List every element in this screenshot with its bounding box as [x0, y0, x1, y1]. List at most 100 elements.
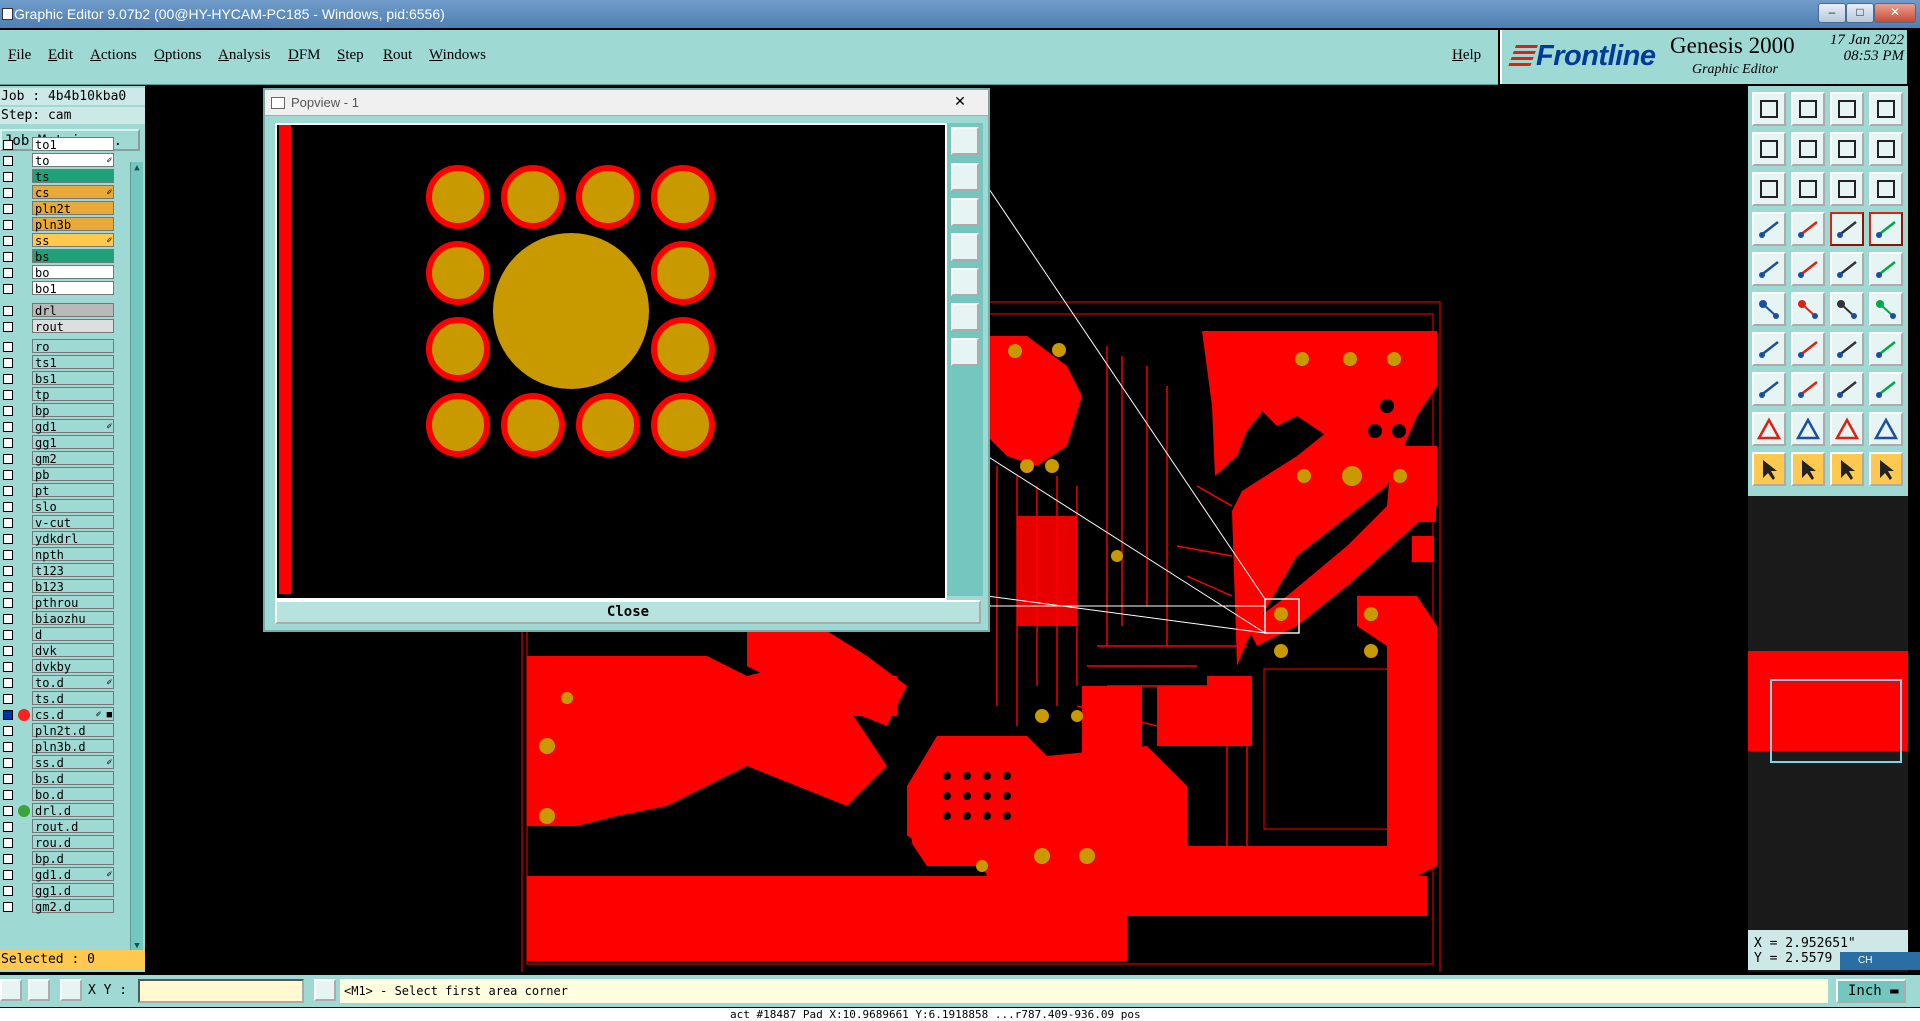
layer-name[interactable]: cs ✐	[32, 185, 114, 200]
layer-name[interactable]: pln2t.d	[32, 723, 114, 738]
layer-row-gd1-d[interactable]: gd1.d ✐	[0, 867, 118, 883]
layer-row-bs[interactable]: bs	[0, 249, 118, 265]
pan-right-icon[interactable]	[951, 268, 979, 296]
layer-name[interactable]: bp.d	[32, 851, 114, 866]
menu-windows[interactable]: Windows	[429, 47, 486, 64]
layer-checkbox[interactable]	[3, 694, 13, 704]
select4-icon[interactable]	[1869, 452, 1903, 486]
snap-icon[interactable]	[28, 979, 50, 1001]
layer-name[interactable]: gd1 ✐	[32, 419, 114, 434]
pan-left-icon[interactable]	[951, 233, 979, 261]
layer-checkbox[interactable]	[3, 822, 13, 832]
unit-selector[interactable]: Inch ▬	[1836, 979, 1906, 1003]
arrow-left-icon[interactable]	[1752, 132, 1786, 166]
layer-checkbox[interactable]	[3, 220, 13, 230]
pad-icon[interactable]	[1752, 372, 1786, 406]
layer-checkbox[interactable]	[3, 838, 13, 848]
menu-actions[interactable]: Actions	[90, 47, 137, 64]
draw2-icon[interactable]	[1791, 332, 1825, 366]
layers-icon[interactable]	[1752, 212, 1786, 246]
layer-name[interactable]: bo1	[32, 281, 114, 296]
layer-row-ss-d[interactable]: ss.d ✐	[0, 755, 118, 771]
layer-checkbox[interactable]	[3, 172, 13, 182]
layer-row-to-d[interactable]: to.d ✐	[0, 675, 118, 691]
layer-checkbox[interactable]	[3, 774, 13, 784]
overview-window[interactable]	[1748, 651, 1908, 763]
layer-row-rou-d[interactable]: rou.d	[0, 835, 118, 851]
layer-row-slo[interactable]: slo	[0, 499, 118, 515]
layer-row-npth[interactable]: npth	[0, 547, 118, 563]
layer-checkbox[interactable]	[3, 790, 13, 800]
layer-name[interactable]: pln2t	[32, 201, 114, 216]
layer-row-bo[interactable]: bo	[0, 265, 118, 281]
info-icon[interactable]	[314, 979, 336, 1001]
snake-icon[interactable]	[1869, 132, 1903, 166]
layer-name[interactable]: bo.d	[32, 787, 114, 802]
layer-row-ts1[interactable]: ts1	[0, 355, 118, 371]
square-icon[interactable]	[1869, 372, 1903, 406]
maximize-button[interactable]: □	[1846, 3, 1874, 23]
layer-name[interactable]: slo	[32, 499, 114, 514]
home-icon[interactable]	[1830, 92, 1864, 126]
layer-checkbox[interactable]	[3, 252, 13, 262]
layer-name[interactable]: cs.d ✐ ■	[32, 707, 114, 722]
layer-name[interactable]: v-cut	[32, 515, 114, 530]
line2-icon[interactable]	[1869, 292, 1903, 326]
layer-checkbox[interactable]	[3, 342, 13, 352]
language-tray[interactable]: CH	[1840, 952, 1920, 970]
layer-name[interactable]: t123	[32, 563, 114, 578]
triangle-icon[interactable]	[1752, 412, 1786, 446]
layer-row-tp[interactable]: tp	[0, 387, 118, 403]
menu-step[interactable]: Step	[337, 47, 364, 64]
edge-icon[interactable]	[1791, 252, 1825, 286]
layer-checkbox[interactable]	[3, 518, 13, 528]
layer-row-ydkdrl[interactable]: ydkdrl	[0, 531, 118, 547]
layer-name[interactable]: d	[32, 627, 114, 642]
layer-row-pb[interactable]: pb	[0, 467, 118, 483]
layer-checkbox[interactable]	[3, 268, 13, 278]
text-icon[interactable]	[1869, 332, 1903, 366]
layer-row-rout[interactable]: rout	[0, 319, 118, 335]
window-icon[interactable]	[1869, 92, 1903, 126]
layer-name[interactable]: ts.d	[32, 691, 114, 706]
minimize-button[interactable]: –	[1818, 3, 1846, 23]
layer-row-gg1[interactable]: gg1	[0, 435, 118, 451]
layer-checkbox[interactable]	[3, 726, 13, 736]
layer-row-t123[interactable]: t123	[0, 563, 118, 579]
select3-icon[interactable]	[1830, 452, 1864, 486]
layer-name[interactable]: bs1	[32, 371, 114, 386]
layer-checkbox[interactable]	[3, 710, 13, 720]
layer-checkbox[interactable]	[3, 502, 13, 512]
layer-name[interactable]: pt	[32, 483, 114, 498]
layer-name[interactable]: to1	[32, 137, 114, 152]
grid-icon[interactable]	[60, 979, 82, 1001]
popview-close-icon[interactable]: ✕	[938, 92, 982, 110]
layer-checkbox[interactable]	[3, 742, 13, 752]
layer-row-bo-d[interactable]: bo.d	[0, 787, 118, 803]
layer-checkbox[interactable]	[3, 566, 13, 576]
layer-checkbox[interactable]	[3, 534, 13, 544]
layer-checkbox[interactable]	[3, 614, 13, 624]
layer-name[interactable]: bs	[32, 249, 114, 264]
layer-checkbox[interactable]	[3, 678, 13, 688]
layer-checkbox[interactable]	[3, 646, 13, 656]
layer-name[interactable]: pthrou	[32, 595, 114, 610]
layer-row-gm2[interactable]: gm2	[0, 451, 118, 467]
layer-row-gm2-d[interactable]: gm2.d	[0, 899, 118, 915]
layer-row-biaozhu[interactable]: biaozhu	[0, 611, 118, 627]
layer-checkbox[interactable]	[3, 662, 13, 672]
layer-row-ro[interactable]: ro	[0, 339, 118, 355]
layer-checkbox[interactable]	[3, 582, 13, 592]
menu-edit[interactable]: Edit	[48, 47, 73, 64]
layer-name[interactable]: pb	[32, 467, 114, 482]
layer-checkbox[interactable]	[3, 438, 13, 448]
arc-icon[interactable]	[1830, 332, 1864, 366]
triangle4-icon[interactable]	[1869, 412, 1903, 446]
align2-icon[interactable]	[1869, 212, 1903, 246]
triangle2-icon[interactable]	[1791, 412, 1825, 446]
net-icon[interactable]	[1752, 292, 1786, 326]
pan-down-icon[interactable]	[951, 198, 979, 226]
layer-name[interactable]: b123	[32, 579, 114, 594]
menu-analysis[interactable]: Analysis	[218, 47, 271, 64]
select2-icon[interactable]	[1791, 452, 1825, 486]
